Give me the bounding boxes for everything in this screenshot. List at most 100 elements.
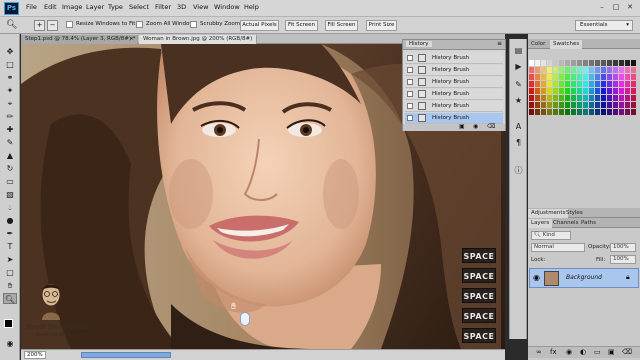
swatch[interactable] xyxy=(547,74,552,80)
swatch[interactable] xyxy=(619,102,624,108)
swatch[interactable] xyxy=(607,88,612,94)
swatch[interactable] xyxy=(565,109,570,115)
swatch[interactable] xyxy=(547,60,552,66)
brush-panel-icon[interactable]: ✎ xyxy=(512,79,525,91)
swatch[interactable] xyxy=(547,67,552,73)
swatch[interactable] xyxy=(535,95,540,101)
menu-type[interactable]: Type xyxy=(108,3,123,11)
swatch[interactable] xyxy=(553,67,558,73)
menu-filter[interactable]: Filter xyxy=(155,3,171,11)
swatch[interactable] xyxy=(559,67,564,73)
history-item[interactable]: History Brush xyxy=(405,65,503,76)
swatch[interactable] xyxy=(577,109,582,115)
swatch[interactable] xyxy=(559,81,564,87)
swatch[interactable] xyxy=(553,95,558,101)
menu-edit[interactable]: Edit xyxy=(44,3,57,11)
swatch-grid[interactable] xyxy=(529,51,639,131)
new-document-icon[interactable]: ▣ xyxy=(459,123,465,130)
zoom-tool-icon[interactable]: 🔍︎ xyxy=(3,293,17,304)
eyedropper-tool-icon[interactable]: ✏ xyxy=(3,111,17,122)
tab-step1[interactable]: Step1.psd @ 78.4% (Layer 3, RGB/8#) * × xyxy=(21,35,138,44)
swatch[interactable] xyxy=(577,102,582,108)
fx-icon[interactable]: fx xyxy=(550,348,557,356)
tab-swatches[interactable]: Swatches xyxy=(550,40,583,49)
menu-view[interactable]: View xyxy=(193,3,208,11)
swatch[interactable] xyxy=(589,81,594,87)
snapshot-icon[interactable]: ◉ xyxy=(473,123,478,130)
swatch[interactable] xyxy=(571,81,576,87)
swatch[interactable] xyxy=(613,81,618,87)
crop-tool-icon[interactable]: ⌖ xyxy=(3,98,17,109)
swatch[interactable] xyxy=(613,67,618,73)
swatch[interactable] xyxy=(547,88,552,94)
swatch[interactable] xyxy=(571,60,576,66)
trash-icon[interactable]: ⌫ xyxy=(622,348,632,356)
menu-file[interactable]: File xyxy=(26,3,37,11)
swatch[interactable] xyxy=(565,60,570,66)
swatch[interactable] xyxy=(613,88,618,94)
opacity-field[interactable]: 100% xyxy=(610,243,636,252)
swatch[interactable] xyxy=(625,88,630,94)
swatch[interactable] xyxy=(619,74,624,80)
swatch[interactable] xyxy=(619,67,624,73)
swatch[interactable] xyxy=(571,67,576,73)
actions-panel-icon[interactable]: ▶ xyxy=(512,61,525,73)
tab-color[interactable]: Color xyxy=(528,40,548,49)
history-title[interactable]: History xyxy=(406,41,432,47)
swatch[interactable] xyxy=(559,60,564,66)
swatch[interactable] xyxy=(541,74,546,80)
swatch[interactable] xyxy=(529,81,534,87)
swatch[interactable] xyxy=(559,88,564,94)
zoom-icon[interactable]: 🔍︎ xyxy=(6,19,26,31)
swatch[interactable] xyxy=(613,102,618,108)
resize-windows-checkbox[interactable] xyxy=(66,21,73,28)
swatch[interactable] xyxy=(553,60,558,66)
swatch[interactable] xyxy=(547,95,552,101)
quick-select-tool-icon[interactable]: ✦ xyxy=(3,85,17,96)
info-panel-icon[interactable]: ⓘ xyxy=(512,165,525,177)
swatch[interactable] xyxy=(631,60,636,66)
swatch[interactable] xyxy=(589,109,594,115)
swatch[interactable] xyxy=(607,102,612,108)
swatch[interactable] xyxy=(607,81,612,87)
swatch[interactable] xyxy=(553,74,558,80)
swatch[interactable] xyxy=(619,95,624,101)
swatch[interactable] xyxy=(631,74,636,80)
swatch[interactable] xyxy=(619,60,624,66)
swatch[interactable] xyxy=(553,102,558,108)
swatch[interactable] xyxy=(607,95,612,101)
swatch[interactable] xyxy=(541,67,546,73)
swatch[interactable] xyxy=(535,109,540,115)
menu-window[interactable]: Window xyxy=(214,3,240,11)
swatch[interactable] xyxy=(607,109,612,115)
fill-screen-button[interactable]: Fill Screen xyxy=(325,20,358,31)
history-panel-icon[interactable]: ▤ xyxy=(512,45,525,57)
swatch[interactable] xyxy=(571,109,576,115)
swatch[interactable] xyxy=(547,81,552,87)
swatch[interactable] xyxy=(535,102,540,108)
swatch[interactable] xyxy=(535,60,540,66)
swatch[interactable] xyxy=(541,95,546,101)
swatch[interactable] xyxy=(607,60,612,66)
swatch[interactable] xyxy=(529,95,534,101)
blur-tool-icon[interactable]: 💧︎ xyxy=(3,202,17,213)
swatch[interactable] xyxy=(583,81,588,87)
swatch[interactable] xyxy=(619,88,624,94)
minimize-icon[interactable]: – xyxy=(596,2,608,13)
swatch[interactable] xyxy=(631,88,636,94)
swatch[interactable] xyxy=(583,88,588,94)
swatch[interactable] xyxy=(547,102,552,108)
swatch[interactable] xyxy=(595,60,600,66)
menu-layer[interactable]: Layer xyxy=(86,3,104,11)
history-item[interactable]: History Brush xyxy=(405,89,503,100)
gradient-tool-icon[interactable]: ▧ xyxy=(3,189,17,200)
foreground-color-swatch[interactable] xyxy=(4,319,13,328)
swatch[interactable] xyxy=(619,109,624,115)
swatch[interactable] xyxy=(571,74,576,80)
swatch[interactable] xyxy=(583,95,588,101)
swatch[interactable] xyxy=(625,81,630,87)
swatch[interactable] xyxy=(601,95,606,101)
swatch[interactable] xyxy=(589,88,594,94)
swatch[interactable] xyxy=(601,74,606,80)
swatch[interactable] xyxy=(541,60,546,66)
